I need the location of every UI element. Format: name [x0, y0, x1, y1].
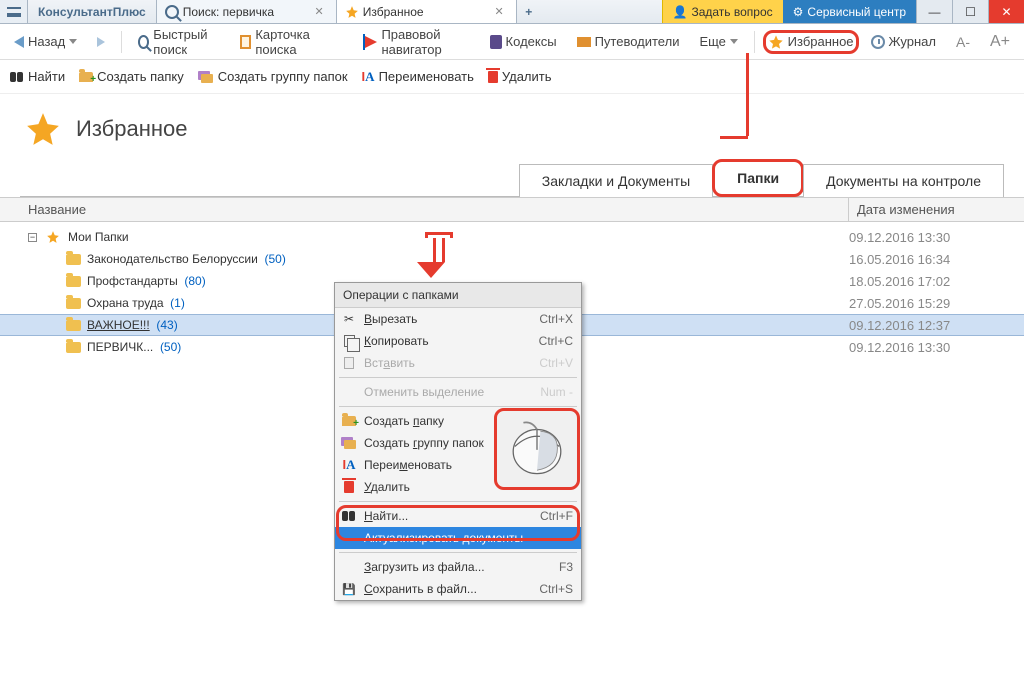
tab-search[interactable]: Поиск: первичка ✕ [157, 0, 337, 23]
table-header: Название Дата изменения [0, 197, 1024, 222]
binoculars-icon [10, 72, 24, 82]
tree-date: 09.12.2016 13:30 [849, 230, 1024, 245]
page-title: Избранное [76, 116, 188, 142]
search-icon [138, 35, 149, 49]
chevron-down-icon [69, 39, 77, 44]
cm-deselect: Отменить выделение Num - [335, 381, 581, 403]
tab-bookmarks[interactable]: Закладки и Документы [519, 164, 713, 197]
context-menu-title: Операции с папками [335, 283, 581, 308]
legal-navigator-button[interactable]: Правовой навигатор [357, 23, 477, 61]
find-button[interactable]: Найти [10, 69, 65, 84]
font-decrease-button[interactable]: A- [948, 30, 978, 54]
card-search-button[interactable]: Карточка поиска [232, 23, 336, 61]
ask-question-button[interactable]: 👤 Задать вопрос [662, 0, 783, 23]
cm-paste: Вставить Ctrl+V [335, 352, 581, 374]
column-date: Дата изменения [849, 198, 1024, 221]
tab-folders[interactable]: Папки [712, 159, 804, 197]
star-icon [768, 34, 784, 50]
tab-control-docs[interactable]: Документы на контроле [803, 164, 1004, 197]
more-button[interactable]: Еще [691, 30, 745, 53]
folder-icon [66, 276, 81, 287]
cm-load-file[interactable]: Загрузить из файла... F3 [335, 556, 581, 578]
cm-actualize[interactable]: Актуализировать документы [335, 527, 581, 549]
tab-favorites[interactable]: Избранное ✕ [337, 0, 517, 23]
tree-item[interactable]: Законодательство Белоруссии (50) 16.05.2… [0, 248, 1024, 270]
flag-icon [365, 36, 377, 48]
star-icon [46, 230, 60, 244]
tab-label: Избранное [363, 5, 424, 19]
paste-icon [344, 357, 354, 369]
window-controls: — ☐ ✕ [916, 0, 1024, 23]
cm-save-file[interactable]: Сохранить в файл... Ctrl+S [335, 578, 581, 600]
clock-icon [871, 35, 885, 49]
delete-button[interactable]: Удалить [488, 69, 552, 84]
signpost-icon [577, 37, 591, 47]
close-icon[interactable]: ✕ [311, 5, 328, 18]
forward-arrow-icon [97, 37, 105, 47]
cm-copy[interactable]: Копировать Ctrl+C [335, 330, 581, 352]
chevron-down-icon [730, 39, 738, 44]
favorites-button[interactable]: Избранное [763, 30, 859, 54]
book-icon [490, 35, 502, 49]
page-tabs: Закладки и Документы Папки Документы на … [20, 158, 1004, 197]
main-toolbar: Назад Быстрый поиск Карточка поиска Прав… [0, 24, 1024, 60]
tree-label: Мои Папки [68, 230, 129, 244]
maximize-button[interactable]: ☐ [952, 0, 988, 23]
binoculars-icon [342, 511, 356, 521]
save-icon [342, 582, 356, 596]
back-button[interactable]: Назад [6, 30, 85, 53]
folder-icon [66, 298, 81, 309]
secondary-toolbar: Найти Создать папку Создать группу папок… [0, 60, 1024, 94]
new-tab-button[interactable]: + [517, 0, 541, 23]
close-window-button[interactable]: ✕ [988, 0, 1024, 23]
folder-plus-icon [79, 72, 93, 82]
cm-cut[interactable]: Вырезать Ctrl+X [335, 308, 581, 330]
search-icon [165, 5, 179, 19]
create-folder-button[interactable]: Создать папку [79, 69, 184, 84]
folder-group-icon [198, 71, 214, 83]
font-increase-button[interactable]: A+ [982, 29, 1018, 55]
ask-icon: 👤 [673, 5, 688, 19]
column-name: Название [20, 198, 849, 221]
minimize-button[interactable]: — [916, 0, 952, 23]
rename-icon: IA [362, 69, 375, 85]
tree-root[interactable]: − Мои Папки 09.12.2016 13:30 [0, 226, 1024, 248]
codex-button[interactable]: Кодексы [482, 30, 565, 53]
title-bar: КонсультантПлюс Поиск: первичка ✕ Избран… [0, 0, 1024, 24]
folder-plus-icon [342, 416, 356, 426]
trash-icon [488, 71, 498, 83]
close-icon[interactable]: ✕ [491, 5, 508, 18]
menu-icon[interactable] [0, 0, 28, 23]
folder-icon [66, 320, 81, 331]
copy-icon [344, 335, 355, 347]
card-icon [240, 35, 251, 49]
tab-label: Поиск: первичка [183, 5, 274, 19]
page-header: Избранное [0, 94, 1024, 158]
back-arrow-icon [14, 36, 24, 48]
app-logo: КонсультантПлюс [28, 0, 157, 23]
journal-button[interactable]: Журнал [863, 30, 944, 53]
folder-icon [66, 254, 81, 265]
service-center-button[interactable]: ⚙ Сервисный центр [783, 0, 916, 23]
collapse-icon[interactable]: − [28, 233, 37, 242]
quick-search-button[interactable]: Быстрый поиск [130, 23, 228, 61]
cm-find[interactable]: Найти... Ctrl+F [335, 505, 581, 527]
annotation-arrow [425, 232, 453, 278]
guides-button[interactable]: Путеводители [569, 30, 688, 53]
scissors-icon [344, 312, 354, 326]
rename-button[interactable]: IA Переименовать [362, 69, 474, 85]
star-icon [24, 110, 62, 148]
forward-button[interactable] [89, 33, 113, 51]
trash-icon [344, 481, 354, 493]
folder-group-icon [341, 437, 357, 449]
rename-icon: IA [342, 457, 355, 473]
gear-icon: ⚙ [793, 5, 804, 19]
folder-icon [66, 342, 81, 353]
mouse-illustration [494, 408, 580, 490]
create-folder-group-button[interactable]: Создать группу папок [198, 69, 348, 84]
star-icon [345, 5, 359, 19]
